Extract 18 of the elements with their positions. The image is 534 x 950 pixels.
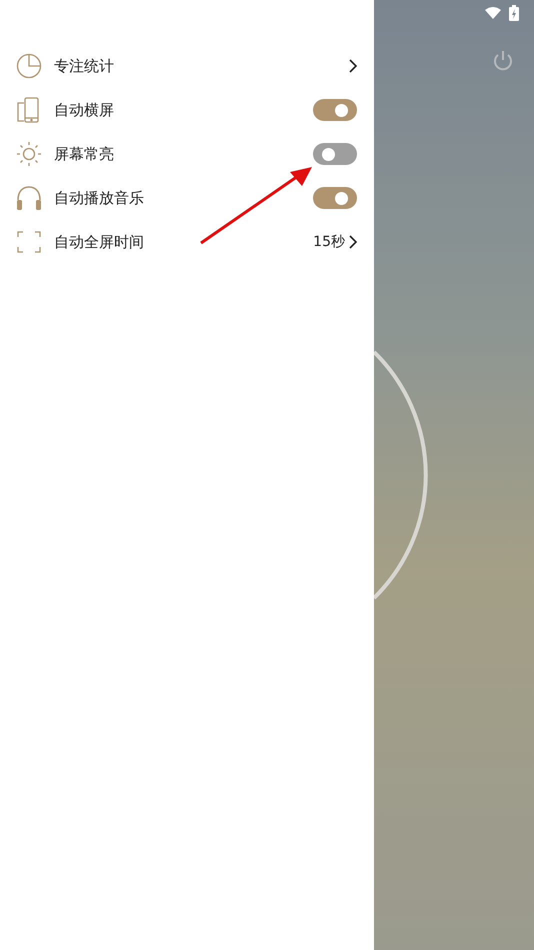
setting-label: 自动播放音乐 [54, 188, 145, 208]
battery-charging-icon [509, 5, 519, 21]
toggle-switch[interactable] [313, 187, 357, 209]
setting-label: 自动全屏时间 [54, 232, 145, 252]
chevron-right-icon [349, 59, 357, 73]
corner-frame-icon [16, 229, 42, 255]
setting-value: 15秒 [313, 233, 345, 251]
toggle-switch[interactable] [313, 99, 357, 121]
toggle-switch[interactable] [313, 143, 357, 165]
wifi-icon [485, 7, 501, 19]
pie-chart-icon [16, 53, 42, 79]
sun-icon [16, 141, 42, 167]
power-icon[interactable] [492, 50, 514, 72]
setting-label: 自动横屏 [54, 100, 115, 120]
chevron-right-icon [349, 235, 357, 249]
headphones-icon [16, 185, 42, 211]
setting-label: 屏幕常亮 [54, 144, 115, 164]
setting-label: 专注统计 [54, 56, 115, 76]
